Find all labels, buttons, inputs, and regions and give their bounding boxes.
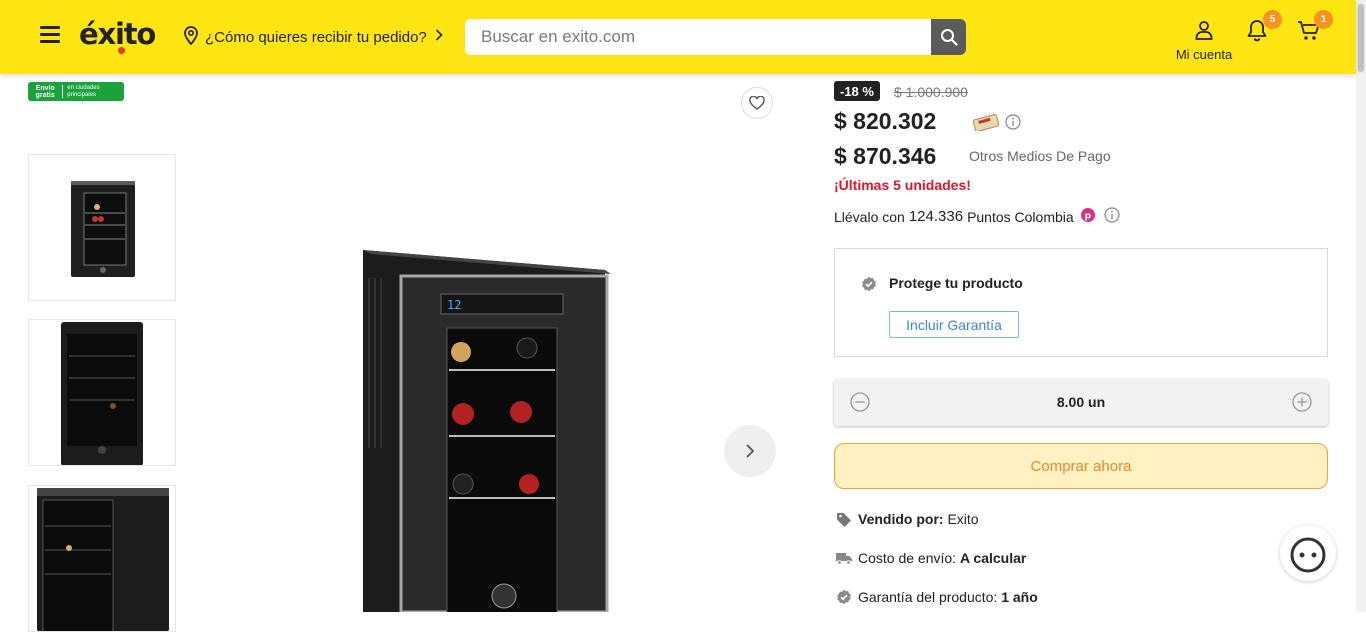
points-info: Llévalo con 124.336 Puntos Colombia p (834, 207, 1120, 226)
free-shipping-main: Envío gratis (35, 84, 55, 99)
shield-check-icon (861, 276, 877, 297)
cart-badge: 1 (1314, 10, 1333, 29)
other-payment-price: $ 870.346 (834, 143, 937, 169)
free-shipping-badge: Envío gratis en ciudades principales (28, 82, 124, 101)
warranty-row: Garantía del producto: 1 año (836, 589, 1038, 605)
sold-by-label: Vendido por: (858, 511, 944, 527)
cart-button[interactable]: 1 (1297, 10, 1333, 43)
heart-icon (749, 96, 765, 110)
shipping-label: Costo de envío: (858, 550, 957, 566)
search-input[interactable] (465, 19, 931, 55)
svg-text:12: 12 (447, 298, 461, 312)
puntos-colombia-icon: p (1080, 207, 1096, 226)
chat-icon (1290, 537, 1326, 573)
svg-text:p: p (1084, 212, 1091, 222)
points-suffix: Puntos Colombia (967, 208, 1074, 225)
warranty-value: 1 año (1001, 589, 1038, 605)
stock-alert: ¡Últimas 5 unidades! (834, 177, 971, 193)
page-scrollbar[interactable] (1356, 0, 1366, 612)
chevron-right-icon (746, 444, 755, 458)
chevron-right-icon (435, 28, 443, 46)
free-shipping-sub: en ciudades principales (67, 84, 100, 98)
exito-card-icon (971, 113, 1001, 136)
protect-title: Protege tu producto (889, 275, 1023, 291)
old-price: $ 1.000.900 (894, 84, 968, 100)
search-icon (940, 29, 958, 46)
other-payment-label: Otros Medios De Pago (969, 148, 1111, 164)
shipping-value: A calcular (959, 550, 1027, 566)
sold-by-row: Vendido por: Exito (836, 511, 979, 527)
tag-icon (836, 511, 852, 527)
points-value: 124.336 (908, 208, 964, 225)
favorite-button[interactable] (741, 87, 773, 119)
account-label: Mi cuenta (1175, 47, 1233, 62)
thumbnail-3[interactable] (28, 485, 176, 633)
sold-by-value: Exito (947, 511, 979, 527)
quantity-stepper: 8.00 un (834, 379, 1328, 426)
plus-icon[interactable] (1292, 392, 1312, 417)
menu-icon[interactable] (40, 26, 60, 44)
search-button[interactable] (931, 19, 966, 55)
points-info-icon[interactable] (1104, 207, 1120, 226)
info-icon[interactable] (1005, 114, 1021, 135)
delivery-location-button[interactable]: ¿Cómo quieres recibir tu pedido? (183, 25, 443, 49)
card-price: $ 820.302 (834, 108, 937, 134)
account-button[interactable]: Mi cuenta (1166, 20, 1242, 62)
include-warranty-button[interactable]: Incluir Garantía (889, 311, 1019, 338)
discount-badge: -18 % (834, 81, 880, 101)
notifications-badge: 5 (1263, 10, 1282, 29)
truck-icon (836, 551, 852, 565)
thumbnail-2[interactable] (28, 319, 176, 466)
user-icon (1195, 21, 1213, 40)
protect-product-box: Protege tu producto Incluir Garantía (834, 248, 1328, 357)
location-pin-icon (183, 25, 199, 49)
shipping-cost-row: Costo de envío: A calcular (836, 550, 1026, 566)
top-header: éxito ¿Cómo quieres recibir tu pedido? M… (0, 0, 1356, 74)
warranty-label: Garantía del producto: (858, 589, 998, 605)
quantity-value: 8.00 un (1056, 394, 1106, 410)
location-prompt-text: ¿Cómo quieres recibir tu pedido? (205, 28, 427, 46)
buy-now-button[interactable]: Comprar ahora (834, 443, 1328, 489)
search-bar (465, 19, 966, 55)
chat-support-button[interactable] (1280, 525, 1336, 581)
badge-check-icon (836, 589, 852, 605)
exito-logo[interactable]: éxito (79, 17, 156, 54)
logo-text: éxito (79, 17, 156, 51)
thumbnail-1[interactable] (28, 154, 176, 301)
product-main-image: 12 (363, 250, 611, 612)
next-image-button[interactable] (724, 425, 776, 477)
notifications-button[interactable]: 5 (1246, 10, 1282, 43)
points-prefix: Llévalo con (834, 208, 905, 225)
